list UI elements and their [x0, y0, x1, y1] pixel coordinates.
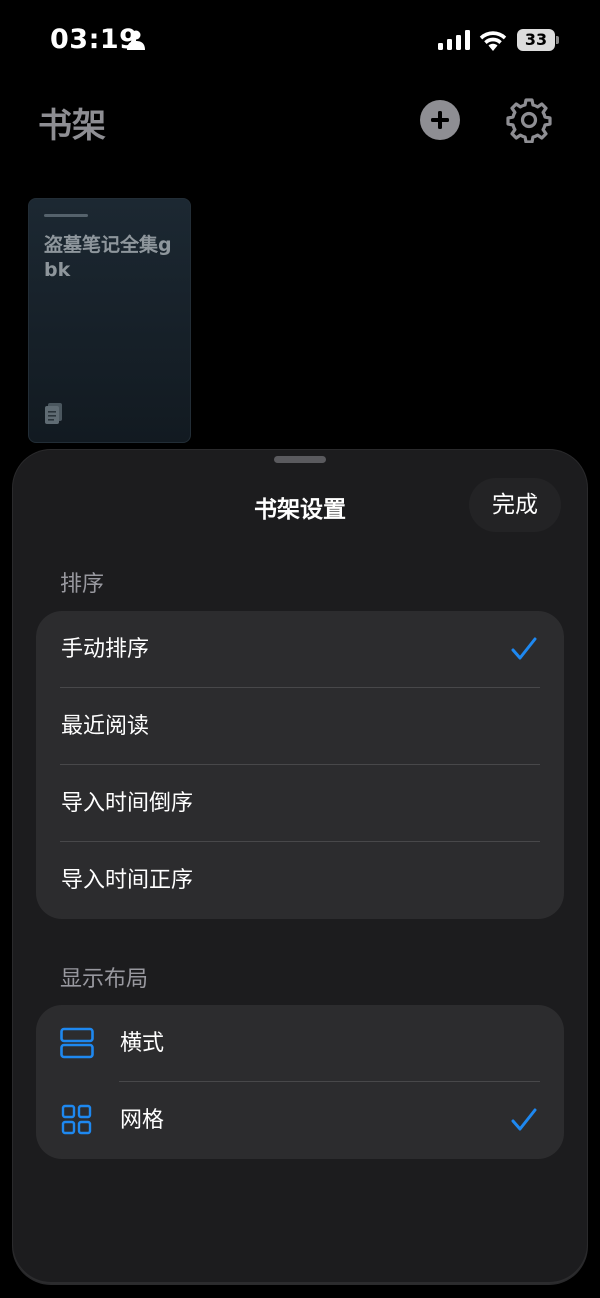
person-icon — [127, 30, 145, 50]
done-button[interactable]: 完成 — [469, 478, 561, 532]
sort-option-label: 导入时间正序 — [61, 868, 194, 893]
add-book-button[interactable] — [420, 100, 460, 140]
shelf-settings-sheet: 书架设置 完成 排序 手动排序 最近阅读 导入时间倒序 导入时间正序 显示布局 — [13, 450, 587, 1284]
cellular-signal-icon — [438, 30, 470, 50]
layout-options-group: 横式 网格 — [36, 1005, 564, 1159]
sort-options-group: 手动排序 最近阅读 导入时间倒序 导入时间正序 — [36, 611, 564, 919]
gear-icon[interactable] — [506, 97, 552, 143]
sort-option-recent[interactable]: 最近阅读 — [36, 688, 564, 765]
sort-option-import-asc[interactable]: 导入时间正序 — [36, 842, 564, 919]
book-cover-rule — [44, 214, 88, 217]
sheet-grabber[interactable] — [274, 456, 326, 463]
sort-option-manual[interactable]: 手动排序 — [36, 611, 564, 688]
list-layout-icon — [60, 1027, 94, 1059]
checkmark-icon — [511, 1108, 537, 1131]
status-time: 03:19 — [50, 24, 139, 55]
layout-option-grid[interactable]: 网格 — [36, 1082, 564, 1159]
sort-option-label: 手动排序 — [61, 637, 150, 662]
plus-icon — [431, 111, 449, 129]
battery-level: 33 — [524, 30, 548, 49]
grid-layout-icon — [61, 1104, 92, 1135]
status-bar: 03:19 33 — [0, 0, 600, 80]
page-title: 书架 — [38, 106, 106, 146]
layout-option-label: 网格 — [120, 1108, 165, 1133]
document-icon — [45, 403, 62, 424]
book-card[interactable]: 盗墓笔记全集gbk — [28, 198, 191, 443]
sort-section-header: 排序 — [60, 572, 105, 597]
checkmark-icon — [511, 637, 537, 660]
wifi-icon — [479, 31, 507, 51]
sort-option-label: 最近阅读 — [61, 714, 150, 739]
layout-option-list[interactable]: 横式 — [36, 1005, 564, 1082]
layout-section-header: 显示布局 — [60, 967, 149, 992]
layout-option-label: 横式 — [120, 1031, 165, 1056]
sort-option-label: 导入时间倒序 — [61, 791, 194, 816]
sort-option-import-desc[interactable]: 导入时间倒序 — [36, 765, 564, 842]
battery-indicator: 33 — [517, 29, 559, 51]
book-title: 盗墓笔记全集gbk — [44, 234, 172, 281]
